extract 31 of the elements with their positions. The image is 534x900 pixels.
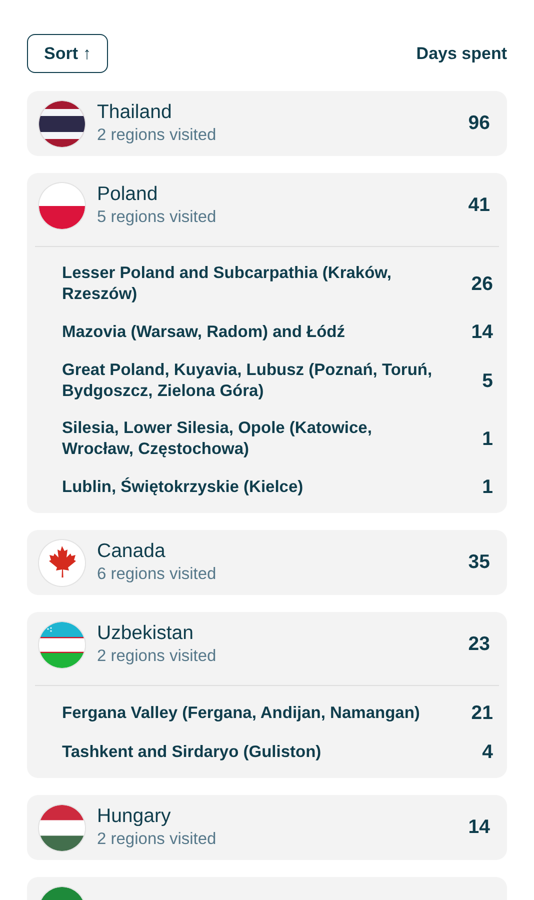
days-count: 14 <box>468 816 490 839</box>
region-days: 4 <box>452 741 493 764</box>
region-days: 21 <box>452 702 493 725</box>
region-days: 14 <box>452 321 493 344</box>
region-days: 1 <box>452 428 493 450</box>
country-name: Poland <box>97 183 159 206</box>
region-name: Mazovia (Warsaw, Radom) and Łódź <box>62 322 346 343</box>
regions-count: 2 regions visited <box>97 646 218 667</box>
regions-count: 2 regions visited <box>97 829 218 850</box>
region-name: Fergana Valley (Fergana, Andijan, Namangan) <box>62 703 421 724</box>
country-name: Hungary <box>97 805 172 828</box>
regions-count: 5 regions visited <box>97 207 218 228</box>
days-count: 35 <box>468 551 490 574</box>
region-name: Silesia, Lower Silesia, Opole (Katowice, Wrocław, Częstochowa) <box>62 418 373 460</box>
country-name: Canada <box>97 540 166 563</box>
regions-count: 2 regions visited <box>97 125 218 146</box>
region-days: 5 <box>452 370 493 392</box>
days-count: 96 <box>468 112 490 135</box>
region-days: 1 <box>452 476 493 499</box>
region-name: Lublin, Świętokrzyskie (Kielce) <box>62 477 304 498</box>
country-name: Thailand <box>97 101 173 124</box>
regions-count: 6 regions visited <box>97 564 218 585</box>
sort-button[interactable]: Sort ↑ <box>27 34 108 73</box>
region-days: 26 <box>452 272 493 296</box>
country-name: Uzbekistan <box>97 622 194 645</box>
region-name: Lesser Poland and Subcarpathia (Kraków, Rzeszów) <box>62 263 392 305</box>
days-count: 23 <box>468 633 490 656</box>
column-header: Days spent <box>416 44 507 64</box>
region-name: Great Poland, Kuyavia, Lubusz (Poznań, Toruń, Bydgoszcz, Zielona Góra) <box>62 360 434 402</box>
days-count: 41 <box>468 194 490 217</box>
region-name: Tashkent and Sirdaryo (Guliston) <box>62 742 322 763</box>
